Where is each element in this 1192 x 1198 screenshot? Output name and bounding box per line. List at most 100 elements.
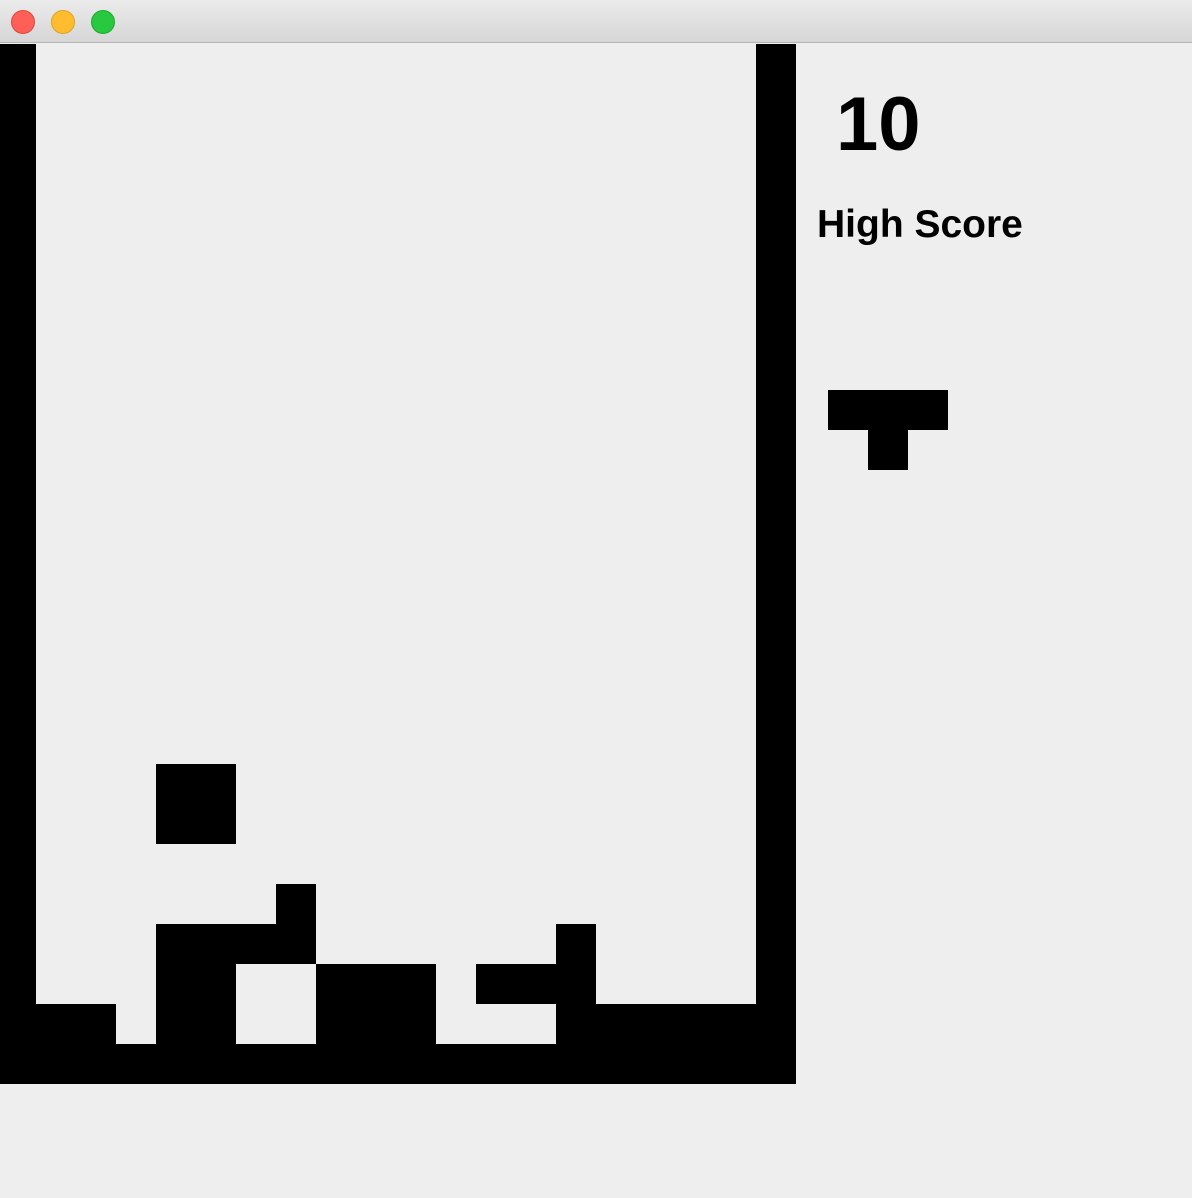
board-block: [196, 1004, 236, 1044]
title-bar[interactable]: [0, 0, 1192, 43]
board-block: [756, 1044, 796, 1084]
board-block: [636, 1044, 676, 1084]
board-block: [756, 644, 796, 684]
board-block: [676, 1044, 716, 1084]
board-block: [636, 1004, 676, 1044]
board-block: [236, 924, 276, 964]
board-block: [756, 684, 796, 724]
board-block: [436, 1044, 476, 1084]
close-button[interactable]: [11, 10, 35, 34]
board-block: [156, 964, 196, 1004]
next-piece-block: [868, 430, 908, 470]
board-block: [756, 84, 796, 124]
next-piece-block: [828, 390, 868, 430]
board-block: [0, 804, 36, 844]
board-block: [556, 1004, 596, 1044]
board-block: [756, 204, 796, 244]
board-block: [676, 1004, 716, 1044]
board-block: [76, 1044, 116, 1084]
board-block: [356, 1044, 396, 1084]
board-block: [0, 164, 36, 204]
board-block: [0, 444, 36, 484]
board-block: [0, 564, 36, 604]
board-block: [156, 804, 196, 844]
board-block: [0, 844, 36, 884]
board-block: [0, 884, 36, 924]
board-block: [756, 164, 796, 204]
next-piece-block: [868, 390, 908, 430]
board-block: [756, 884, 796, 924]
board-block: [156, 764, 196, 804]
board-block: [0, 924, 36, 964]
board-block: [756, 364, 796, 404]
next-piece-block: [908, 390, 948, 430]
board-block: [396, 964, 436, 1004]
score-value: 10: [836, 82, 921, 167]
board-block: [756, 444, 796, 484]
board-block: [316, 1004, 356, 1044]
board-block: [516, 1044, 556, 1084]
board-block: [756, 724, 796, 764]
board-block: [0, 364, 36, 404]
board-block: [76, 1004, 116, 1044]
board-block: [756, 604, 796, 644]
board-block: [276, 1044, 316, 1084]
board-block: [0, 764, 36, 804]
board-block: [0, 404, 36, 444]
board-block: [196, 1044, 236, 1084]
game-window: 10 High Score: [0, 0, 1192, 1198]
board-block: [0, 1004, 36, 1044]
minimize-button[interactable]: [51, 10, 75, 34]
high-score-label: High Score: [817, 203, 1023, 246]
board-block: [236, 1044, 276, 1084]
board-block: [0, 724, 36, 764]
board-block: [0, 204, 36, 244]
board-block: [156, 1044, 196, 1084]
zoom-button[interactable]: [91, 10, 115, 34]
board-block: [756, 484, 796, 524]
board-block: [0, 124, 36, 164]
board-block: [0, 964, 36, 1004]
board-block: [356, 964, 396, 1004]
board-block: [756, 564, 796, 604]
board-block: [556, 964, 596, 1004]
board-block: [756, 964, 796, 1004]
next-piece-preview: [828, 390, 948, 470]
board-block: [396, 1004, 436, 1044]
board-block: [316, 1044, 356, 1084]
board-block: [0, 484, 36, 524]
board-block: [156, 1004, 196, 1044]
board-block: [556, 924, 596, 964]
board-block: [0, 604, 36, 644]
board-block: [196, 804, 236, 844]
board-block: [0, 284, 36, 324]
board-block: [476, 964, 516, 1004]
board-block: [756, 324, 796, 364]
board-block: [716, 1044, 756, 1084]
board-block: [596, 1004, 636, 1044]
board-block: [0, 684, 36, 724]
board-block: [396, 1044, 436, 1084]
board-block: [196, 764, 236, 804]
board-block: [36, 1004, 76, 1044]
board-block: [756, 124, 796, 164]
board-block: [756, 44, 796, 84]
board-block: [556, 1044, 596, 1084]
board-block: [276, 884, 316, 924]
board-block: [756, 1004, 796, 1044]
board-block: [0, 1044, 36, 1084]
board-block: [756, 404, 796, 444]
board-block: [356, 1004, 396, 1044]
board-block: [756, 244, 796, 284]
board-block: [756, 524, 796, 564]
board-block: [276, 924, 316, 964]
tetris-board[interactable]: [0, 44, 796, 1084]
board-block: [596, 1044, 636, 1084]
board-block: [0, 84, 36, 124]
board-block: [756, 844, 796, 884]
board-block: [0, 524, 36, 564]
board-block: [516, 964, 556, 1004]
board-block: [116, 1044, 156, 1084]
board-block: [756, 924, 796, 964]
board-block: [36, 1044, 76, 1084]
